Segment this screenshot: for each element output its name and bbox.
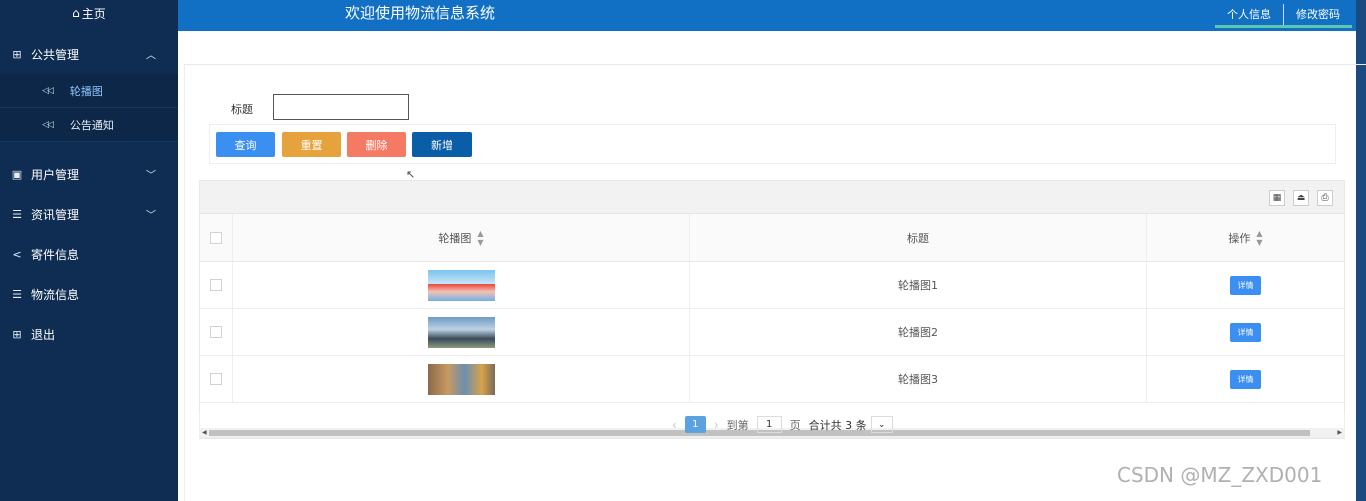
sidebar-item-logistics[interactable]: ☰ 物流信息 — [0, 274, 178, 314]
sidebar: ⌂ 主页 ⊞ 公共管理 ︿ ◁◁ 轮播图 ◁◁ 公告通知 ▣ 用户管理 ﹀ ☰ … — [0, 0, 178, 501]
table-header: 轮播图 ▲ ▼ 标题 操作 ▲ ▼ — [200, 214, 1344, 262]
row-checkbox-cell — [200, 309, 233, 355]
carousel-thumbnail[interactable] — [427, 316, 495, 348]
home-icon: ⌂ — [72, 6, 80, 20]
image-cell — [233, 309, 690, 355]
double-left-arrow-icon: ◁◁ — [42, 85, 54, 96]
column-header-label: 操作 — [1228, 231, 1251, 245]
sidebar-item-label: 退出 — [31, 327, 56, 342]
query-button[interactable]: 查询 — [216, 132, 275, 157]
submenu-item-label: 公告通知 — [69, 118, 114, 132]
mouse-cursor-icon: ↖ — [406, 168, 416, 181]
sidebar-item-label: 寄件信息 — [31, 247, 80, 262]
carousel-thumbnail[interactable] — [427, 269, 495, 301]
detail-button[interactable]: 详情 — [1230, 369, 1261, 389]
main-content: 标题 查询 重置 删除 新增 ▦ ⏏ ⎙ 轮播图 ▲ ▼ 标题 操作 ▲ ▼ 轮… — [184, 64, 1366, 501]
submenu-item-notice[interactable]: ◁◁ 公告通知 — [0, 108, 178, 142]
list-icon: ☰ — [12, 207, 22, 221]
prev-page-icon[interactable]: ‹ — [672, 418, 677, 432]
actions-cell: 详情 — [1147, 309, 1344, 355]
columns-filter-icon[interactable]: ▦ — [1269, 190, 1285, 206]
submenu-item-label: 轮播图 — [69, 84, 103, 98]
table-row: 轮播图1 详情 — [200, 262, 1344, 309]
profile-link[interactable]: 个人信息 — [1215, 4, 1283, 25]
row-checkbox-cell — [200, 356, 233, 402]
grid-icon: ⊞ — [12, 47, 22, 61]
sidebar-item-label: 公共管理 — [31, 47, 80, 62]
title-cell: 轮播图2 — [690, 309, 1147, 355]
sidebar-item-users[interactable]: ▣ 用户管理 ﹀ — [0, 154, 178, 194]
select-all-checkbox[interactable] — [210, 231, 222, 244]
current-page[interactable]: 1 — [684, 416, 706, 433]
actions-cell: 详情 — [1147, 356, 1344, 402]
title-cell: 轮播图1 — [690, 262, 1147, 308]
reset-button[interactable]: 重置 — [282, 132, 341, 157]
chevron-down-icon: ﹀ — [146, 210, 156, 222]
next-page-icon[interactable]: › — [714, 418, 719, 432]
table-toolbar: ▦ ⏏ ⎙ — [200, 181, 1344, 214]
sort-icon[interactable]: ▲ ▼ — [477, 229, 483, 247]
title-search-input[interactable] — [273, 94, 409, 120]
chevron-down-icon: ﹀ — [146, 170, 156, 182]
column-header-label: 标题 — [907, 231, 929, 245]
submenu-public: ◁◁ 轮播图 ◁◁ 公告通知 — [0, 74, 178, 142]
total-count: 合计共 3 条 — [808, 418, 867, 432]
row-checkbox-cell — [200, 262, 233, 308]
sidebar-item-news[interactable]: ☰ 资讯管理 ﹀ — [0, 194, 178, 234]
column-header-title: 标题 — [690, 214, 1147, 261]
sidebar-item-public[interactable]: ⊞ 公共管理 ︿ — [0, 34, 178, 74]
page-jump-input[interactable]: 1 — [756, 416, 782, 433]
page-size-select[interactable]: ⌄ — [870, 416, 893, 433]
book-icon: ▣ — [11, 167, 23, 181]
chevron-down-icon: ⌄ — [877, 419, 886, 430]
sidebar-item-label: 物流信息 — [31, 287, 80, 302]
sort-icon[interactable]: ▲ ▼ — [1256, 229, 1262, 247]
sidebar-item-shipments[interactable]: < 寄件信息 — [0, 234, 178, 274]
delete-button[interactable]: 删除 — [347, 132, 406, 157]
data-table: ▦ ⏏ ⎙ 轮播图 ▲ ▼ 标题 操作 ▲ ▼ 轮播图1 详情 轮播图2 详情 … — [199, 180, 1345, 439]
sidebar-item-label: 资讯管理 — [31, 207, 80, 222]
row-checkbox[interactable] — [210, 279, 222, 291]
column-header-image[interactable]: 轮播图 ▲ ▼ — [233, 214, 690, 261]
chevron-up-icon: ︿ — [146, 50, 156, 62]
change-password-link[interactable]: 修改密码 — [1283, 4, 1352, 25]
search-label: 标题 — [231, 103, 253, 116]
image-cell — [233, 356, 690, 402]
share-icon: < — [12, 247, 22, 261]
page-title: 欢迎使用物流信息系统 — [345, 4, 496, 22]
submenu-item-carousel[interactable]: ◁◁ 轮播图 — [0, 74, 178, 108]
double-left-arrow-icon: ◁◁ — [42, 119, 54, 130]
table-row: 轮播图2 详情 — [200, 309, 1344, 356]
table-row: 轮播图3 详情 — [200, 356, 1344, 403]
pagination: ‹ 1 › 到第 1 页 合计共 3 条 ⌄ — [664, 416, 893, 433]
list-icon: ☰ — [12, 287, 22, 301]
header-checkbox-cell — [200, 214, 233, 261]
title-cell: 轮播图3 — [690, 356, 1147, 402]
pagination-bar: ‹ 1 › 到第 1 页 合计共 3 条 ⌄ — [199, 412, 1345, 438]
column-header-label: 轮播图 — [438, 231, 472, 245]
page-unit-label: 页 — [789, 418, 801, 432]
header-links: 个人信息 修改密码 — [1215, 4, 1352, 28]
sidebar-item-logout[interactable]: ⊞ 退出 — [0, 314, 178, 354]
watermark: CSDN @MZ_ZXD001 — [1117, 463, 1323, 487]
actions-cell: 详情 — [1147, 262, 1344, 308]
detail-button[interactable]: 详情 — [1230, 275, 1261, 295]
action-bar: 查询 重置 删除 新增 — [209, 124, 1336, 164]
carousel-thumbnail[interactable] — [427, 363, 495, 395]
column-header-actions[interactable]: 操作 ▲ ▼ — [1147, 214, 1344, 261]
home-link[interactable]: ⌂ 主页 — [0, 0, 178, 26]
grid-icon: ⊞ — [12, 327, 22, 341]
row-checkbox[interactable] — [210, 373, 222, 385]
detail-button[interactable]: 详情 — [1230, 322, 1261, 342]
row-checkbox[interactable] — [210, 326, 222, 338]
goto-label: 到第 — [726, 418, 749, 432]
print-icon[interactable]: ⎙ — [1317, 190, 1333, 206]
sidebar-item-label: 用户管理 — [31, 167, 80, 182]
home-label: 主页 — [81, 6, 106, 21]
top-header: 欢迎使用物流信息系统 个人信息 修改密码 — [178, 0, 1356, 31]
export-icon[interactable]: ⏏ — [1293, 190, 1309, 206]
image-cell — [233, 262, 690, 308]
add-button[interactable]: 新增 — [412, 132, 472, 157]
